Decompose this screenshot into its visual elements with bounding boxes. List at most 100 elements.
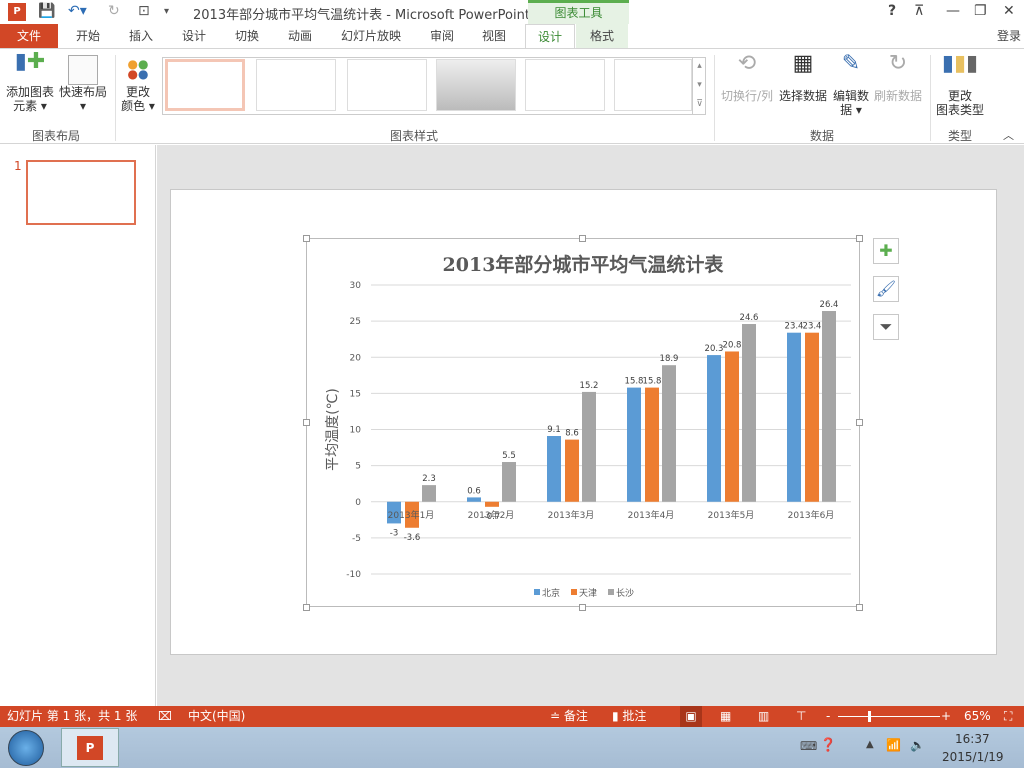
resize-handle[interactable]	[856, 419, 863, 426]
chart-style-3[interactable]	[347, 59, 427, 111]
change-colors-button[interactable]: ●● ●● 更改 颜色 ▾	[118, 55, 158, 113]
tab-file[interactable]: 文件	[0, 24, 58, 48]
quick-layout-button[interactable]: 快速布局 ▾	[58, 55, 108, 113]
label: 编辑数	[832, 89, 869, 103]
save-icon[interactable]: 💾	[38, 3, 55, 19]
refresh-icon: ↻	[888, 51, 908, 76]
slideshow-view-icon[interactable]: ⊤	[796, 706, 806, 727]
ribbon-display-icon[interactable]: ⊼	[914, 3, 924, 19]
chart-style-2[interactable]	[256, 59, 336, 111]
close-icon[interactable]: ✕	[1003, 3, 1015, 19]
start-button[interactable]	[8, 730, 44, 766]
normal-view-icon[interactable]: ▣	[680, 706, 702, 727]
resize-handle[interactable]	[303, 235, 310, 242]
zoom-slider-thumb[interactable]	[868, 711, 871, 722]
tab-transitions[interactable]: 切换	[221, 24, 273, 48]
y-tick-label: -10	[346, 570, 361, 580]
help-tray-icon[interactable]: ❓	[820, 738, 836, 753]
undo-icon[interactable]: ↶▾	[68, 3, 87, 19]
slide-thumbnail[interactable]	[26, 160, 136, 225]
zoom-slider[interactable]	[838, 716, 940, 717]
chart-style-6[interactable]	[614, 59, 692, 111]
comments-button[interactable]: ▮ 批注	[612, 706, 646, 727]
spellcheck-icon[interactable]: ⌧	[158, 706, 172, 727]
chart-filter-button[interactable]: ⏷	[873, 314, 899, 340]
chart-svg: 2013年部分城市平均气温统计表 30 25 20 15 10 5 0 -5 -10 平均温度(℃)…	[325, 253, 851, 599]
refresh-data-button[interactable]: ↻ 刷新数据	[872, 51, 924, 104]
resize-handle[interactable]	[579, 604, 586, 611]
y-tick-label: 5	[355, 462, 361, 472]
tab-home[interactable]: 开始	[62, 24, 114, 48]
add-chart-element-button[interactable]: ▮✚ 添加图表 元素 ▾	[4, 51, 56, 114]
notes-button[interactable]: ≐ 备注	[550, 706, 588, 727]
tab-slideshow[interactable]: 幻灯片放映	[330, 24, 412, 48]
resize-handle[interactable]	[856, 235, 863, 242]
resize-handle[interactable]	[579, 235, 586, 242]
language[interactable]: 中文(中国)	[188, 706, 245, 727]
y-tick-label: 20	[350, 353, 362, 363]
show-hidden-icons[interactable]: ▲	[866, 739, 874, 750]
network-icon[interactable]: 📶	[886, 738, 901, 752]
label: 切换行/列	[720, 89, 774, 103]
chart-style-1[interactable]	[165, 59, 245, 111]
tab-animations[interactable]: 动画	[274, 24, 326, 48]
chart-style-5[interactable]	[525, 59, 605, 111]
data-label: 23.4	[785, 322, 804, 332]
bar-天津	[805, 332, 819, 502]
tab-chart-format[interactable]: 格式	[576, 24, 628, 48]
slide-info: 幻灯片 第 1 张，共 1 张	[7, 709, 138, 723]
switch-row-column-button[interactable]: ⟲ 切换行/列	[720, 53, 774, 104]
x-tick-label: 2013年3月	[548, 509, 595, 521]
data-label: 20.3	[705, 344, 724, 354]
tab-review[interactable]: 审阅	[416, 24, 468, 48]
zoom-in-button[interactable]: +	[941, 706, 951, 727]
volume-icon[interactable]: 🔈	[910, 738, 925, 752]
slide-number: 1	[14, 159, 22, 173]
edit-table-icon: ✎	[841, 51, 861, 76]
resize-handle[interactable]	[303, 419, 310, 426]
change-chart-type-button[interactable]: ▮▮▮ 更改 图表类型	[934, 53, 986, 118]
redo-icon[interactable]: ↻	[108, 3, 120, 19]
chart-styles-brush-button[interactable]: 🖌	[873, 276, 899, 302]
taskbar-powerpoint[interactable]: P	[61, 728, 119, 767]
data-label: 20.8	[723, 340, 742, 350]
clock-date[interactable]: 2015/1/19	[942, 750, 1004, 764]
reading-view-icon[interactable]: ▥	[758, 706, 769, 727]
legend-swatch	[534, 589, 540, 595]
chart-style-4[interactable]	[436, 59, 516, 111]
group-label: 数据	[810, 129, 835, 143]
select-data-button[interactable]: ▦ 选择数据	[778, 53, 828, 104]
chart-elements-button[interactable]: ✚	[873, 238, 899, 264]
data-label: 8.6	[565, 429, 579, 439]
resize-handle[interactable]	[856, 604, 863, 611]
sign-in-link[interactable]: 登录	[994, 24, 1024, 48]
legend-label: 长沙	[616, 587, 634, 599]
resize-handle[interactable]	[303, 604, 310, 611]
bar-长沙	[422, 485, 436, 502]
slide-sorter-icon[interactable]: ▦	[720, 706, 731, 727]
keyboard-icon[interactable]: ⌨	[800, 739, 817, 753]
clock-time[interactable]: 16:37	[955, 732, 990, 746]
restore-icon[interactable]: ❐	[974, 3, 987, 19]
gallery-scroll[interactable]: ▴ ▾ ⊽	[692, 57, 706, 115]
tab-design[interactable]: 设计	[168, 24, 220, 48]
collapse-ribbon-icon[interactable]: ︿	[1003, 127, 1014, 143]
data-label: 23.4	[803, 322, 822, 332]
zoom-out-button[interactable]: -	[826, 706, 830, 727]
tab-insert[interactable]: 插入	[115, 24, 167, 48]
customize-qat-icon[interactable]: ▾	[164, 6, 169, 17]
data-label: 9.1	[547, 425, 561, 435]
minimize-icon[interactable]: —	[946, 3, 960, 19]
zoom-level[interactable]: 65%	[964, 706, 991, 727]
label: 备注	[563, 709, 588, 723]
divider	[930, 55, 931, 141]
fit-slide-icon[interactable]: ⛶	[1004, 706, 1012, 727]
chart[interactable]: 2013年部分城市平均气温统计表 30 25 20 15 10 5 0 -5 -10 平均温度(℃)…	[306, 238, 860, 607]
help-button[interactable]: ?	[888, 3, 896, 19]
tab-view[interactable]: 视图	[468, 24, 520, 48]
chart-title: 2013年部分城市平均气温统计表	[443, 253, 725, 276]
powerpoint-icon: P	[77, 736, 103, 760]
tab-chart-design[interactable]: 设计	[525, 24, 575, 49]
slideshow-icon[interactable]: ⊡	[138, 3, 150, 19]
edit-data-button[interactable]: ✎ 编辑数据 ▾	[830, 51, 872, 118]
